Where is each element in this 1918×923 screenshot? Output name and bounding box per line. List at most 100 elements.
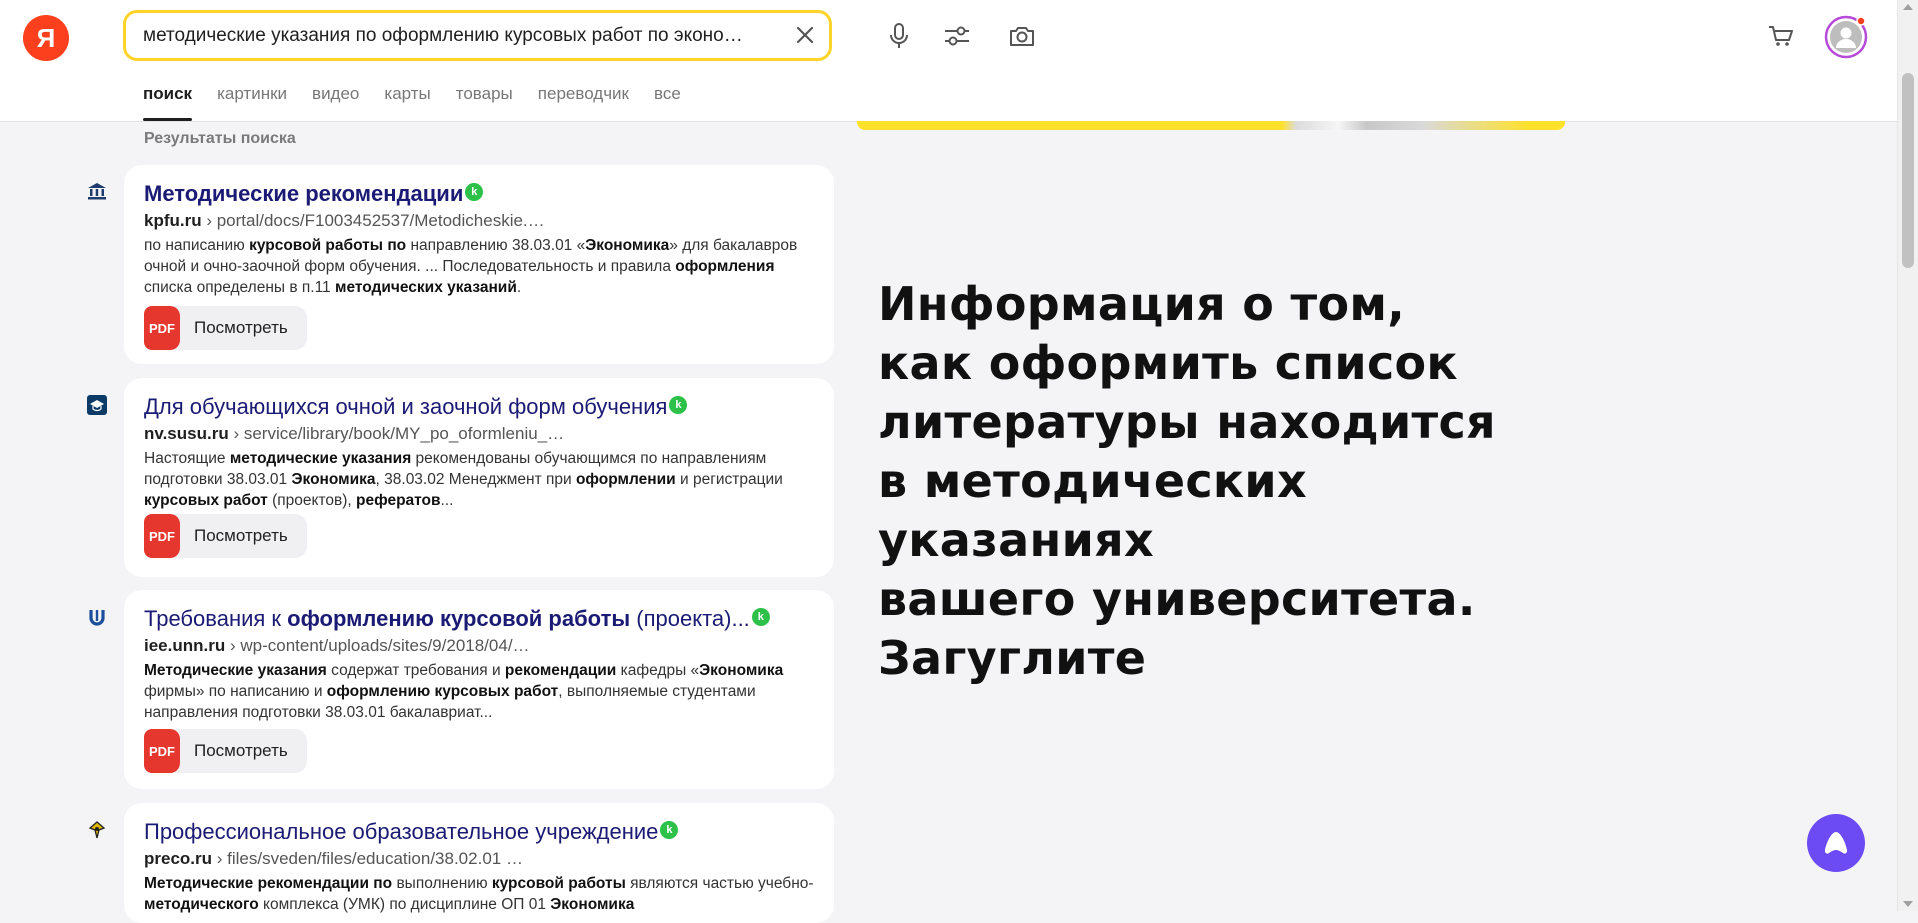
result-title-link[interactable]: Для обучающихся очной и заочной форм обу… [144, 394, 688, 420]
pdf-icon: PDF [144, 729, 180, 773]
snippet-text: комплекса (УМК) по дисциплине ОП 01 [258, 896, 551, 913]
result-path[interactable]: › wp-content/uploads/sites/9/2018/04/… [230, 636, 530, 655]
cart-icon [1769, 26, 1793, 46]
result-title-text[interactable]: Для обучающихся очной и заочной форм обу… [144, 394, 667, 419]
search-tabs: поиск картинки видео карты товары перево… [143, 83, 706, 121]
view-pdf-button[interactable]: PDF Посмотреть [144, 514, 307, 558]
verified-badge-icon: k [465, 183, 484, 201]
search-box[interactable]: методические указания по оформлению курс… [123, 10, 832, 61]
search-input[interactable]: методические указания по оформлению курс… [143, 13, 769, 58]
highlighted-text: оформления [675, 258, 775, 275]
scroll-down-icon[interactable] [1903, 901, 1913, 907]
snippet-text: по написанию [144, 237, 250, 254]
view-pdf-button[interactable]: PDF Посмотреть [144, 306, 307, 350]
tab-maps[interactable]: карты [384, 83, 430, 121]
highlighted-text: рефератов [356, 492, 441, 509]
unn-favicon-icon [86, 606, 108, 628]
snippet-text: и регистрации [675, 471, 783, 488]
page-scrollbar[interactable] [1897, 0, 1918, 911]
highlighted-text: Экономика [291, 471, 376, 488]
snippet-text: Требования к [144, 606, 288, 631]
search-result: Профессиональное образовательное учрежде… [124, 803, 834, 923]
result-url[interactable]: preco.ru › files/sveden/files/education/… [144, 849, 523, 869]
clear-search-button[interactable] [791, 21, 819, 49]
overlay-caption: Информация о том, как оформить список ли… [878, 277, 1496, 685]
image-search-button[interactable] [1006, 20, 1038, 52]
verified-badge-icon: k [660, 821, 679, 839]
tab-translator[interactable]: переводчик [538, 83, 629, 121]
alice-assistant-button[interactable] [1807, 814, 1865, 872]
result-title-link[interactable]: Требования к оформлению курсовой работы … [144, 606, 770, 632]
sliders-icon [945, 26, 969, 46]
view-button-label: Посмотреть [194, 741, 288, 760]
highlighted-text: Методические указания [144, 662, 327, 679]
result-url[interactable]: kpfu.ru › portal/docs/F1003452537/Metodi… [144, 211, 545, 231]
voice-search-button[interactable] [883, 20, 915, 52]
highlighted-text: методические указания [229, 450, 412, 467]
snippet-text: ... [440, 492, 454, 509]
highlighted-text: методических указаний [334, 279, 517, 296]
tab-video[interactable]: видео [312, 83, 359, 121]
result-domain[interactable]: kpfu.ru [144, 211, 202, 230]
close-icon [796, 26, 814, 44]
highlighted-text: методического [144, 896, 259, 913]
view-button-label: Посмотреть [194, 526, 288, 545]
result-url[interactable]: nv.susu.ru › service/library/book/MY_po_… [144, 424, 564, 444]
filters-button[interactable] [941, 20, 973, 52]
highlighted-text: курсовой работы по [249, 237, 407, 254]
pdf-icon: PDF [144, 306, 180, 350]
scroll-up-icon[interactable] [1903, 4, 1913, 10]
cart-button[interactable] [1765, 20, 1797, 52]
result-path[interactable]: › files/sveden/files/education/38.02.01 … [217, 849, 523, 868]
result-title-text[interactable]: Методические рекомендации [144, 181, 463, 206]
pdf-icon: PDF [144, 514, 180, 558]
highlighted-text: курсовых работ [144, 492, 268, 509]
highlighted-text: Экономика [585, 237, 670, 254]
highlighted-text: Экономика [550, 896, 635, 913]
view-pdf-button[interactable]: PDF Посмотреть [144, 729, 307, 773]
tab-all[interactable]: все [654, 83, 681, 121]
verified-badge-icon: k [669, 396, 688, 414]
result-domain[interactable]: preco.ru [144, 849, 212, 868]
result-title-text[interactable]: Профессиональное образовательное учрежде… [144, 819, 658, 844]
highlighted-text: оформлению курсовых работ [326, 683, 559, 700]
snippet-text: Настоящие [144, 450, 230, 467]
result-path[interactable]: › portal/docs/F1003452537/Metodicheskie.… [206, 211, 544, 230]
tab-search[interactable]: поиск [143, 83, 193, 121]
highlighted-text: Методические рекомендации по [144, 875, 393, 892]
alice-icon [1824, 832, 1848, 854]
result-title-link[interactable]: Профессиональное образовательное учрежде… [144, 819, 679, 845]
tab-products[interactable]: товары [456, 83, 513, 121]
school-favicon-icon [86, 819, 108, 841]
highlighted-text: рекомендации [504, 662, 617, 679]
results-heading: Результаты поиска [144, 130, 296, 147]
result-snippet: Настоящие методические указания рекоменд… [144, 448, 814, 511]
result-title-link[interactable]: Методические рекомендации k [144, 181, 484, 207]
search-result: Требования к оформлению курсовой работы … [124, 590, 834, 789]
snippet-text: являются частью учебно- [625, 875, 814, 892]
snippet-text: списка определены в п.11 [144, 279, 335, 296]
university-favicon-icon [86, 180, 108, 202]
snippet-text: (проектов), [267, 492, 356, 509]
result-url[interactable]: iee.unn.ru › wp-content/uploads/sites/9/… [144, 636, 530, 656]
search-result: Для обучающихся очной и заочной форм обу… [124, 378, 834, 577]
camera-icon [1010, 27, 1034, 46]
banner-strip [857, 121, 1565, 130]
snippet-text: фирмы» по написанию и [144, 683, 327, 700]
result-domain[interactable]: iee.unn.ru [144, 636, 225, 655]
result-title-text[interactable]: Требования к оформлению курсовой работы … [144, 606, 750, 631]
result-snippet: Методические рекомендации по выполнению … [144, 873, 814, 915]
highlighted-text: оформлении [575, 471, 676, 488]
snippet-text: выполнению [392, 875, 492, 892]
snippet-text: . [516, 279, 522, 296]
result-path[interactable]: › service/library/book/MY_po_oformleniu_… [233, 424, 564, 443]
avatar[interactable] [1824, 15, 1868, 59]
result-domain[interactable]: nv.susu.ru [144, 424, 229, 443]
snippet-text: , 38.03.02 Менеджмент при [375, 471, 576, 488]
scrollbar-thumb[interactable] [1902, 73, 1914, 268]
tab-images[interactable]: картинки [217, 83, 287, 121]
yandex-logo[interactable]: Я [23, 15, 69, 61]
highlighted-text: оформлению курсовой работы [287, 606, 631, 631]
header: Я методические указания по оформлению ку… [0, 0, 1898, 122]
highlighted-text: курсовой работы [491, 875, 626, 892]
